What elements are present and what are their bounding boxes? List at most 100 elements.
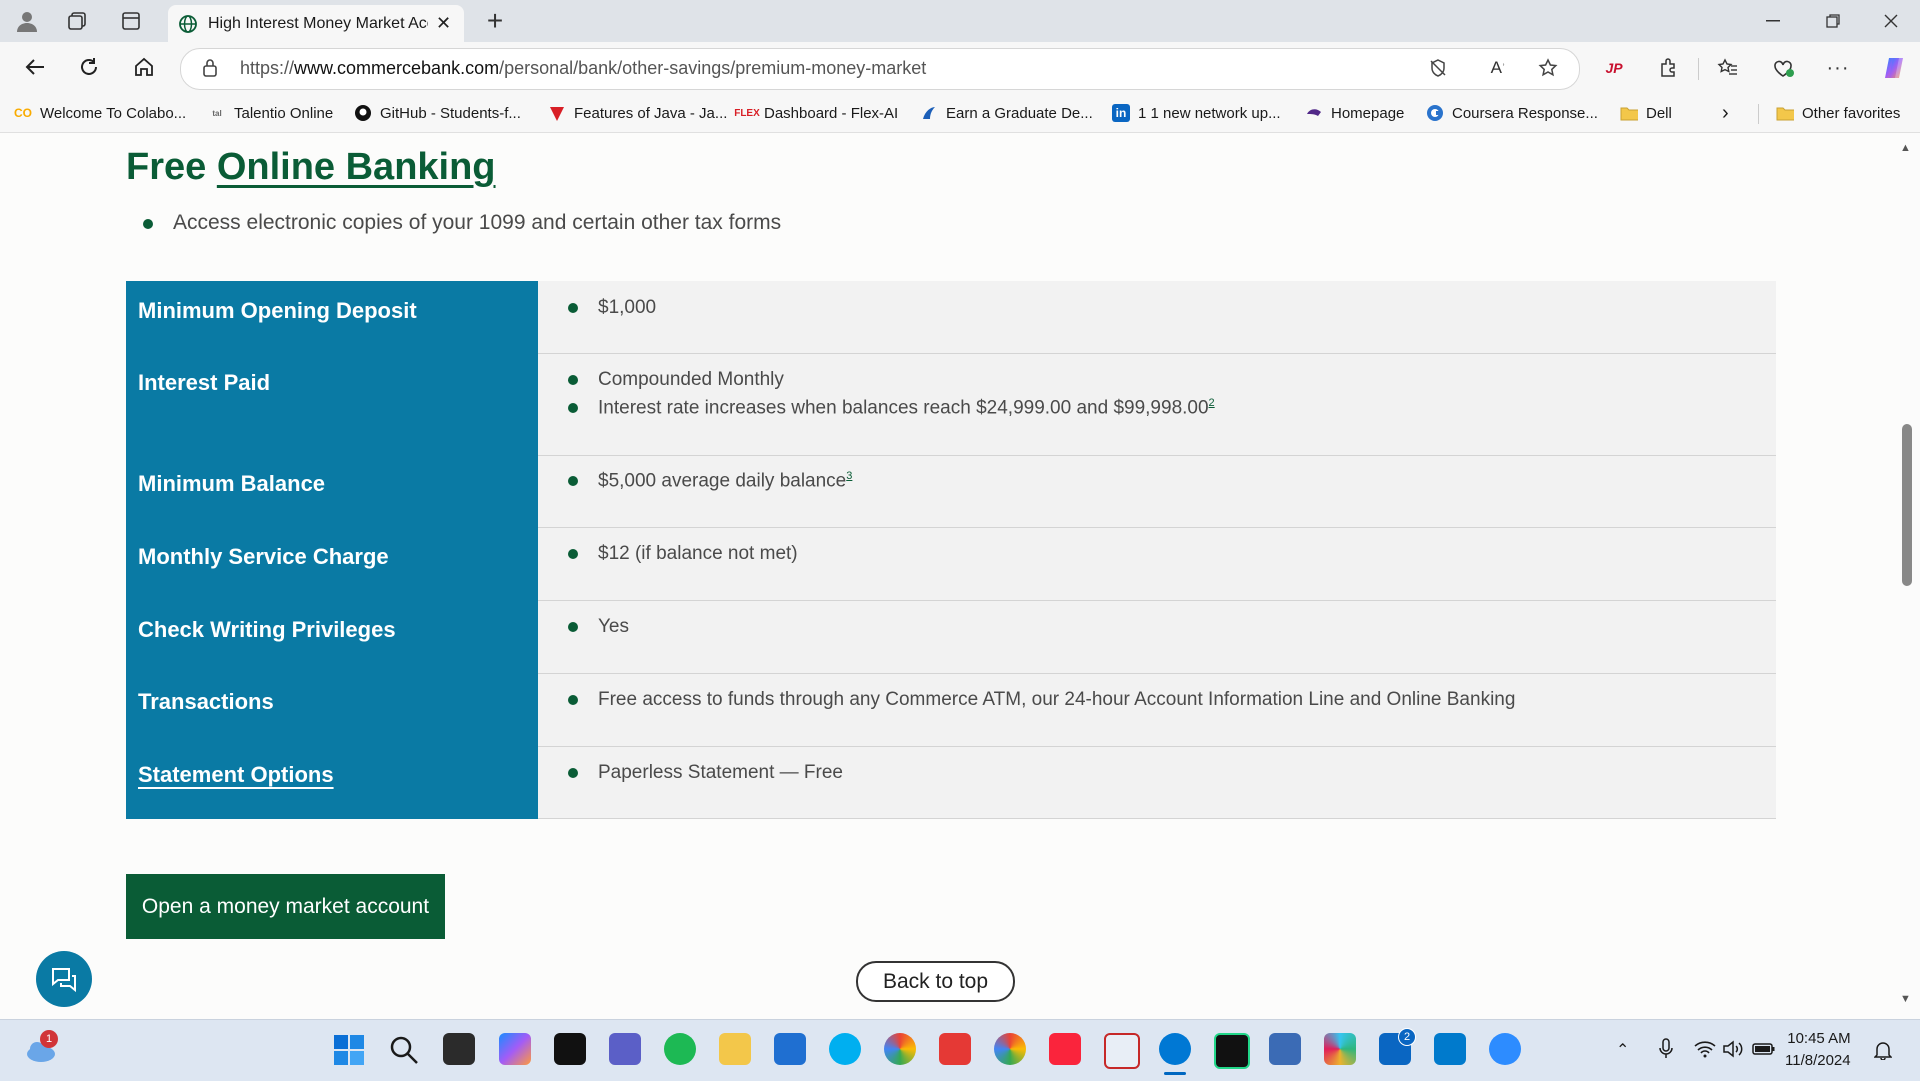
tab-title: High Interest Money Market Acco <box>208 14 428 32</box>
bookmark-javatpoint[interactable]: Features of Java - Ja... <box>548 101 727 125</box>
pycharm-ds-icon[interactable] <box>554 1033 586 1065</box>
bookmark-dell-folder[interactable]: Dell <box>1620 101 1672 125</box>
row-value: Compounded Monthly <box>598 369 784 390</box>
restore-icon[interactable] <box>1818 6 1848 36</box>
chat-icon <box>49 965 79 998</box>
row-value: $1,000 <box>598 297 657 318</box>
system-clock[interactable]: 10:45 AM 11/8/2024 <box>1785 1028 1851 1072</box>
bookmark-colab[interactable]: CO Welcome To Colabo... <box>14 101 186 125</box>
app-red-icon[interactable] <box>939 1033 971 1065</box>
university-icon <box>920 104 938 122</box>
extension-red-icon[interactable]: JP <box>1600 54 1628 82</box>
bookmark-coursera[interactable]: Coursera Response... <box>1426 101 1598 125</box>
favorite-star-icon[interactable] <box>1534 54 1562 82</box>
extensions-icon[interactable] <box>1655 54 1683 82</box>
start-icon[interactable] <box>334 1035 364 1070</box>
home-icon[interactable] <box>129 52 159 82</box>
bookmark-linkedin[interactable]: in 1 1 new network up... <box>1112 101 1281 125</box>
open-account-button[interactable]: Open a money market account <box>126 874 445 939</box>
row-value: Interest rate increases when balances re… <box>598 397 1215 419</box>
folder-icon <box>1620 104 1638 122</box>
browser-essentials-icon[interactable] <box>1769 54 1797 82</box>
slack-icon[interactable] <box>1324 1033 1356 1065</box>
apple-music-icon[interactable] <box>1049 1033 1081 1065</box>
row-label-minimum-balance: Minimum Balance <box>138 471 326 496</box>
online-banking-link[interactable]: Online Banking <box>217 146 496 188</box>
statement-options-link[interactable]: Statement Options <box>138 762 334 788</box>
toolbar-divider <box>1698 58 1699 80</box>
url-text[interactable]: https://www.commercebank.com/personal/ba… <box>240 58 926 79</box>
file-explorer-icon[interactable] <box>719 1033 751 1065</box>
row-value: $5,000 average daily balance3 <box>598 470 853 492</box>
battery-icon[interactable] <box>1752 1040 1776 1063</box>
close-window-icon[interactable] <box>1876 6 1906 36</box>
chat-button[interactable] <box>36 951 92 1007</box>
scroll-down-icon[interactable]: ▼ <box>1900 993 1911 1005</box>
bullet-icon <box>568 622 578 632</box>
more-bookmarks-chevron-icon[interactable]: › <box>1722 101 1729 125</box>
browser-tab-active[interactable]: High Interest Money Market Acco ✕ <box>168 5 464 42</box>
copilot-icon[interactable] <box>1878 52 1910 84</box>
vertical-tabs-icon[interactable] <box>116 6 146 36</box>
bookmark-graduate-degree[interactable]: Earn a Graduate De... <box>920 101 1093 125</box>
collections-icon[interactable] <box>62 6 92 36</box>
profile-icon[interactable] <box>12 6 42 36</box>
skype-icon[interactable] <box>829 1033 861 1065</box>
chrome-canary-icon[interactable] <box>884 1033 916 1065</box>
clock-date: 11/8/2024 <box>1785 1052 1851 1069</box>
row-label-check-writing-privileges: Check Writing Privileges <box>138 617 396 642</box>
bookmark-homepage[interactable]: Homepage <box>1305 101 1404 125</box>
site-info-icon[interactable] <box>200 58 220 83</box>
row-divider <box>538 818 1776 819</box>
row-divider <box>538 527 1776 528</box>
wifi-icon[interactable] <box>1694 1040 1716 1063</box>
task-view-icon[interactable] <box>443 1033 475 1065</box>
snipping-tool-icon[interactable] <box>1104 1033 1140 1069</box>
row-label-monthly-service-charge: Monthly Service Charge <box>138 544 389 569</box>
network-app-icon[interactable] <box>1269 1033 1301 1065</box>
back-to-top-button[interactable]: Back to top <box>856 961 1015 1002</box>
refresh-icon[interactable] <box>74 52 104 82</box>
volume-icon[interactable] <box>1722 1040 1744 1063</box>
chrome-icon[interactable] <box>994 1033 1026 1065</box>
new-tab-button[interactable]: + <box>480 5 510 36</box>
vscode-icon[interactable] <box>1434 1033 1466 1065</box>
tracking-prevention-icon[interactable] <box>1424 54 1452 82</box>
more-options-icon[interactable]: ··· <box>1824 54 1852 82</box>
bullet-icon <box>568 403 578 413</box>
search-icon[interactable] <box>389 1035 419 1070</box>
close-tab-icon[interactable]: ✕ <box>436 13 451 34</box>
read-aloud-icon[interactable]: Aʾ <box>1484 54 1512 82</box>
scroll-up-icon[interactable]: ▲ <box>1900 142 1911 154</box>
bullet-icon <box>568 768 578 778</box>
bookmark-other-favorites[interactable]: Other favorites <box>1776 101 1900 125</box>
spotify-icon[interactable] <box>664 1033 696 1065</box>
scrollbar-thumb[interactable] <box>1902 424 1912 586</box>
bookmark-flex-ai[interactable]: FLEX Dashboard - Flex-AI <box>734 101 898 125</box>
microsoft-store-icon[interactable] <box>774 1033 806 1065</box>
row-divider <box>538 353 1776 354</box>
bookmark-github[interactable]: GitHub - Students-f... <box>354 101 521 125</box>
notification-badge: 1 <box>40 1030 58 1048</box>
favorites-icon[interactable] <box>1714 54 1742 82</box>
back-icon[interactable] <box>20 52 50 82</box>
footnote-link[interactable]: 3 <box>846 470 852 482</box>
show-hidden-icons-chevron-icon[interactable]: ⌃ <box>1616 1040 1629 1060</box>
pycharm-icon[interactable] <box>1214 1033 1250 1069</box>
teams-icon[interactable] <box>609 1033 641 1065</box>
row-value: Paperless Statement — Free <box>598 762 843 783</box>
folder-icon <box>1776 104 1794 122</box>
edge-icon[interactable] <box>1159 1033 1191 1065</box>
copilot-taskbar-icon[interactable] <box>499 1033 531 1065</box>
bullet-icon <box>568 375 578 385</box>
row-label-interest-paid: Interest Paid <box>138 370 271 395</box>
microphone-icon[interactable] <box>1658 1038 1674 1065</box>
minimize-icon[interactable] <box>1758 6 1788 36</box>
row-label-minimum-opening-deposit: Minimum Opening Deposit <box>138 298 417 323</box>
notifications-bell-icon[interactable] <box>1873 1040 1893 1065</box>
coursera-icon <box>1426 104 1444 122</box>
footnote-link[interactable]: 2 <box>1209 397 1215 409</box>
clock-time: 10:45 AM <box>1787 1030 1851 1047</box>
zoom-icon[interactable] <box>1489 1033 1521 1065</box>
bookmark-talentio[interactable]: tal Talentio Online <box>208 101 333 125</box>
